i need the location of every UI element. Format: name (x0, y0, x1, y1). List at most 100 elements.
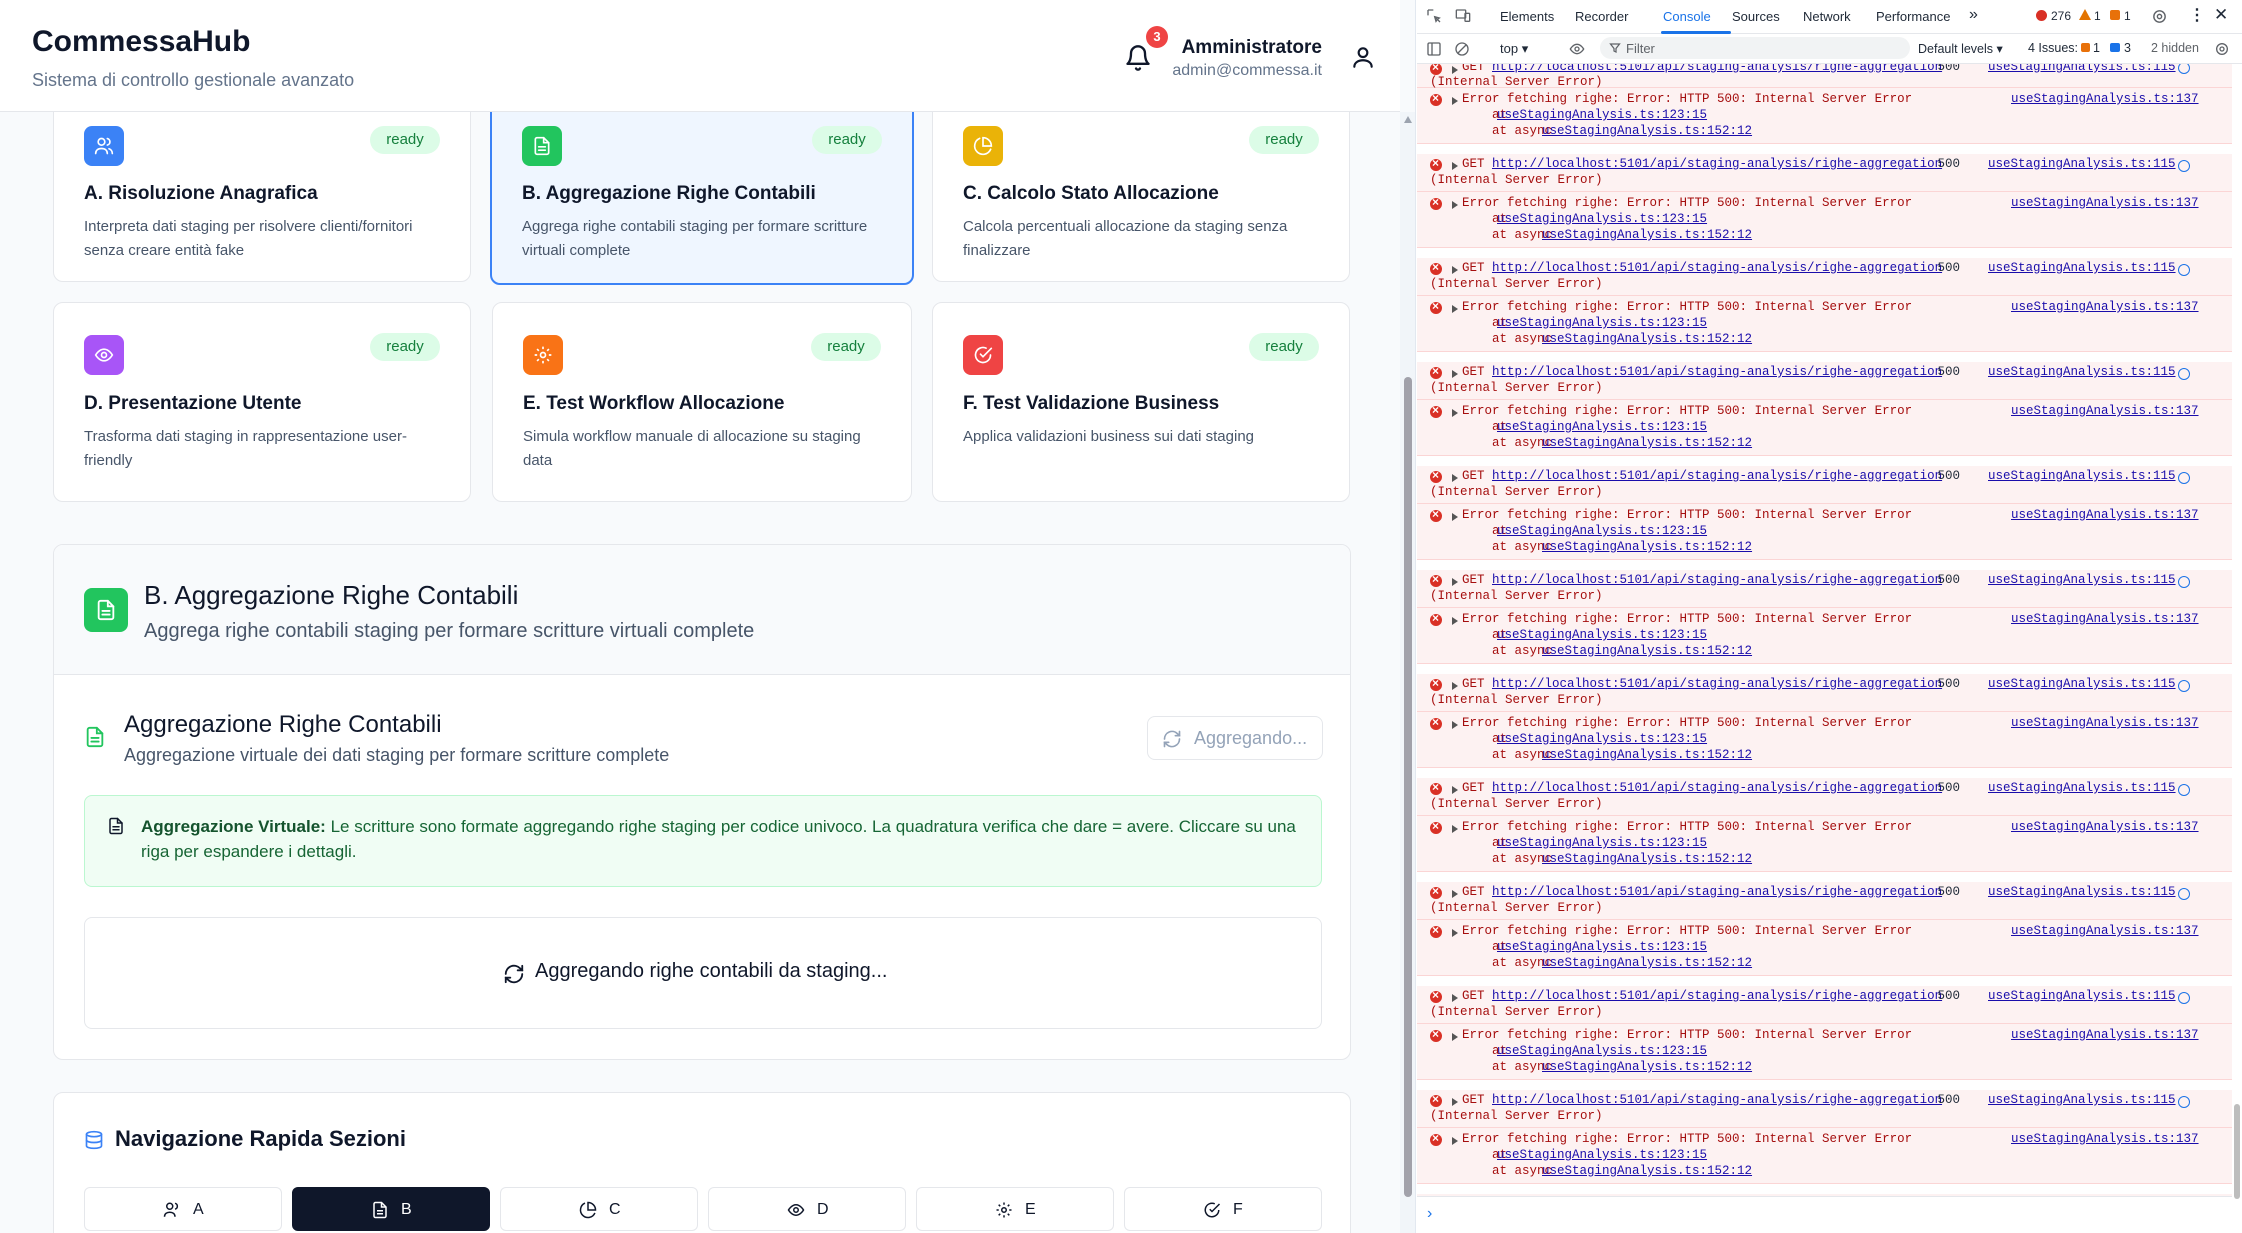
source-link[interactable]: useStagingAnalysis.ts:115 (1988, 989, 2176, 1003)
console-error-row[interactable]: Error fetching righe: Error: HTTP 500: I… (1417, 816, 2232, 872)
expand-triangle-icon[interactable] (1452, 682, 1458, 690)
request-url[interactable]: http://localhost:5101/api/staging-analys… (1492, 781, 1942, 795)
expand-triangle-icon[interactable] (1452, 162, 1458, 170)
console-error-row[interactable]: Error fetching righe: Error: HTTP 500: I… (1417, 192, 2232, 248)
stack-link[interactable]: useStagingAnalysis.ts:152:12 (1542, 852, 1752, 866)
expand-triangle-icon[interactable] (1452, 825, 1458, 833)
source-link[interactable]: useStagingAnalysis.ts:115 (1988, 64, 2176, 74)
card-risoluzione-anagrafica[interactable]: ready A. Risoluzione Anagrafica Interpre… (53, 112, 471, 282)
expand-triangle-icon[interactable] (1452, 201, 1458, 209)
sidebar-toggle-icon[interactable] (1426, 41, 1442, 57)
stack-link[interactable]: useStagingAnalysis.ts:123:15 (1497, 836, 1707, 850)
info-count[interactable]: 1 (2124, 9, 2131, 23)
tab-network[interactable]: Network (1803, 9, 1851, 24)
log-levels-dropdown[interactable]: Default levels ▾ (1918, 41, 2003, 56)
card-aggregazione-righe[interactable]: ready B. Aggregazione Righe Contabili Ag… (490, 112, 914, 285)
card-test-validazione[interactable]: ready F. Test Validazione Business Appli… (932, 302, 1350, 502)
expand-triangle-icon[interactable] (1452, 1033, 1458, 1041)
console-network-error-row[interactable]: GET http://localhost:5101/api/staging-an… (1417, 986, 2232, 1024)
globe-icon[interactable] (2178, 784, 2190, 796)
quick-nav-e[interactable]: E (916, 1187, 1114, 1231)
stack-link[interactable]: useStagingAnalysis.ts:123:15 (1497, 940, 1707, 954)
console-network-error-row[interactable]: GET http://localhost:5101/api/staging-an… (1417, 882, 2232, 920)
stack-link[interactable]: useStagingAnalysis.ts:152:12 (1542, 748, 1752, 762)
brand-title[interactable]: CommessaHub (32, 25, 250, 59)
error-count-icon[interactable] (2036, 10, 2047, 21)
request-url[interactable]: http://localhost:5101/api/staging-analys… (1492, 573, 1942, 587)
console-error-row[interactable]: Error fetching righe: Error: HTTP 500: I… (1417, 504, 2232, 560)
stack-link[interactable]: useStagingAnalysis.ts:123:15 (1497, 628, 1707, 642)
context-selector[interactable]: top ▾ (1500, 41, 1528, 57)
source-link[interactable]: useStagingAnalysis.ts:137 (2011, 300, 2199, 314)
source-link[interactable]: useStagingAnalysis.ts:137 (2011, 716, 2199, 730)
expand-triangle-icon[interactable] (1452, 578, 1458, 586)
tab-console[interactable]: Console (1663, 9, 1711, 24)
tab-sources[interactable]: Sources (1732, 9, 1780, 24)
console-scrollbar[interactable] (2232, 64, 2242, 1204)
globe-icon[interactable] (2178, 680, 2190, 692)
globe-icon[interactable] (2178, 368, 2190, 380)
filter-input[interactable]: Filter (1600, 37, 1910, 59)
console-log[interactable]: GET http://localhost:5101/api/staging-an… (1417, 64, 2232, 1204)
scroll-up-arrow[interactable] (1404, 116, 1412, 123)
gear-icon[interactable] (2151, 8, 2168, 25)
expand-triangle-icon[interactable] (1452, 890, 1458, 898)
info-flag-icon[interactable] (2110, 10, 2120, 20)
request-url[interactable]: http://localhost:5101/api/staging-analys… (1492, 64, 1942, 74)
tab-recorder[interactable]: Recorder (1575, 9, 1628, 24)
device-icon[interactable] (1454, 8, 1472, 24)
globe-icon[interactable] (2178, 160, 2190, 172)
globe-icon[interactable] (2178, 472, 2190, 484)
stack-link[interactable]: useStagingAnalysis.ts:152:12 (1542, 436, 1752, 450)
close-icon[interactable]: ✕ (2214, 5, 2228, 25)
expand-triangle-icon[interactable] (1452, 409, 1458, 417)
source-link[interactable]: useStagingAnalysis.ts:115 (1988, 469, 2176, 483)
console-network-error-row[interactable]: GET http://localhost:5101/api/staging-an… (1417, 64, 2232, 89)
source-link[interactable]: useStagingAnalysis.ts:115 (1988, 781, 2176, 795)
source-link[interactable]: useStagingAnalysis.ts:115 (1988, 573, 2176, 587)
source-link[interactable]: useStagingAnalysis.ts:137 (2011, 92, 2199, 106)
expand-triangle-icon[interactable] (1452, 994, 1458, 1002)
console-network-error-row[interactable]: GET http://localhost:5101/api/staging-an… (1417, 154, 2232, 192)
stack-link[interactable]: useStagingAnalysis.ts:123:15 (1497, 1044, 1707, 1058)
issues-error-count[interactable]: 1 (2093, 41, 2100, 55)
expand-triangle-icon[interactable] (1452, 721, 1458, 729)
request-url[interactable]: http://localhost:5101/api/staging-analys… (1492, 469, 1942, 483)
expand-triangle-icon[interactable] (1452, 929, 1458, 937)
source-link[interactable]: useStagingAnalysis.ts:137 (2011, 508, 2199, 522)
eye-icon[interactable] (1568, 41, 1586, 57)
source-link[interactable]: useStagingAnalysis.ts:137 (2011, 404, 2199, 418)
expand-triangle-icon[interactable] (1452, 1098, 1458, 1106)
source-link[interactable]: useStagingAnalysis.ts:137 (2011, 1028, 2199, 1042)
stack-link[interactable]: useStagingAnalysis.ts:152:12 (1542, 956, 1752, 970)
console-prompt[interactable]: › (1417, 1196, 2232, 1233)
scrollbar-thumb[interactable] (1404, 377, 1412, 1197)
stack-link[interactable]: useStagingAnalysis.ts:123:15 (1497, 524, 1707, 538)
console-network-error-row[interactable]: GET http://localhost:5101/api/staging-an… (1417, 1090, 2232, 1128)
stack-link[interactable]: useStagingAnalysis.ts:152:12 (1542, 540, 1752, 554)
warning-count[interactable]: 1 (2094, 9, 2101, 23)
console-scrollbar-thumb[interactable] (2234, 1104, 2240, 1199)
source-link[interactable]: useStagingAnalysis.ts:115 (1988, 261, 2176, 275)
expand-triangle-icon[interactable] (1452, 66, 1458, 74)
globe-icon[interactable] (2178, 992, 2190, 1004)
warning-icon[interactable] (2079, 9, 2091, 20)
expand-triangle-icon[interactable] (1452, 1137, 1458, 1145)
console-error-row[interactable]: Error fetching righe: Error: HTTP 500: I… (1417, 712, 2232, 768)
stack-link[interactable]: useStagingAnalysis.ts:152:12 (1542, 644, 1752, 658)
globe-icon[interactable] (2178, 264, 2190, 276)
source-link[interactable]: useStagingAnalysis.ts:115 (1988, 677, 2176, 691)
request-url[interactable]: http://localhost:5101/api/staging-analys… (1492, 261, 1942, 275)
expand-triangle-icon[interactable] (1452, 305, 1458, 313)
stack-link[interactable]: useStagingAnalysis.ts:152:12 (1542, 124, 1752, 138)
tab-elements[interactable]: Elements (1500, 9, 1554, 24)
stack-link[interactable]: useStagingAnalysis.ts:123:15 (1497, 1148, 1707, 1162)
console-network-error-row[interactable]: GET http://localhost:5101/api/staging-an… (1417, 570, 2232, 608)
request-url[interactable]: http://localhost:5101/api/staging-analys… (1492, 677, 1942, 691)
stack-link[interactable]: useStagingAnalysis.ts:152:12 (1542, 228, 1752, 242)
issues-label[interactable]: 4 Issues: (2028, 41, 2078, 55)
quick-nav-f[interactable]: F (1124, 1187, 1322, 1231)
console-error-row[interactable]: Error fetching righe: Error: HTTP 500: I… (1417, 608, 2232, 664)
globe-icon[interactable] (2178, 64, 2190, 74)
expand-triangle-icon[interactable] (1452, 786, 1458, 794)
